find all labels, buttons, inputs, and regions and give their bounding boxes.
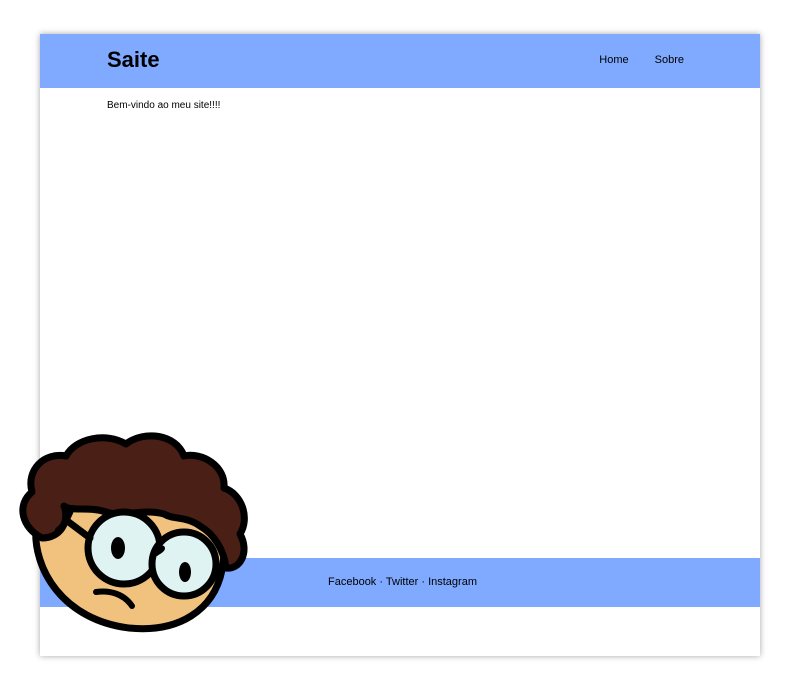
footer-link-instagram[interactable]: Instagram [428,576,477,588]
site-logo[interactable]: Saite [107,47,160,73]
main-nav: Home Sobre [599,54,684,66]
site-header: Saite Home Sobre [40,34,760,88]
mascot-right-pupil [179,562,191,582]
nav-link-sobre[interactable]: Sobre [655,54,684,66]
footer-separator: · [418,576,429,588]
nav-link-home[interactable]: Home [599,54,628,66]
cartoon-boy-with-glasses-icon [19,432,248,633]
footer-links: Facebook · Twitter · Instagram [328,576,477,588]
footer-separator: · [376,576,386,588]
mascot-left-pupil [111,537,125,559]
footer-link-twitter[interactable]: Twitter [386,576,418,588]
footer-link-facebook[interactable]: Facebook [328,576,376,588]
welcome-text: Bem-vindo ao meu site!!!! [107,100,221,111]
